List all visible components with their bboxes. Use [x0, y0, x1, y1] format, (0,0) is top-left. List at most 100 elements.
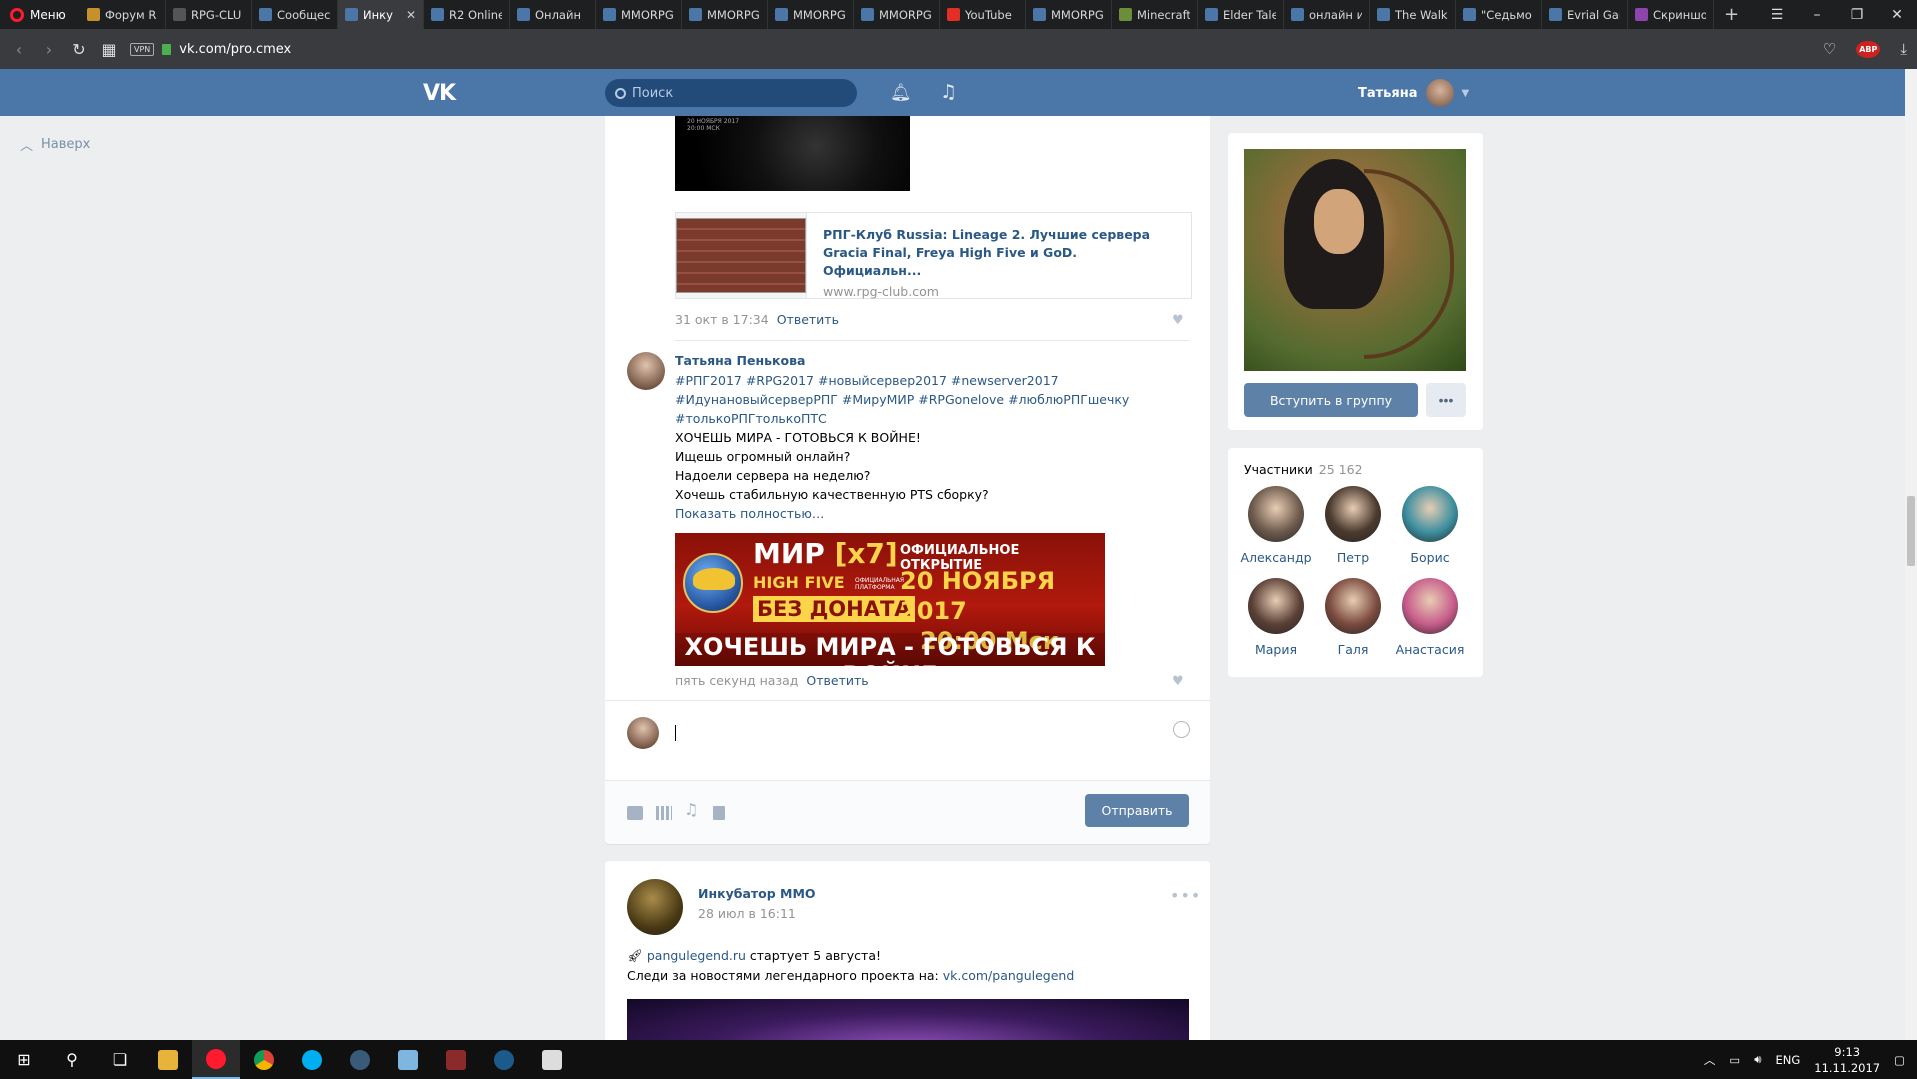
- user-menu[interactable]: Татьяна ▼: [1358, 79, 1469, 107]
- browser-tab[interactable]: MMORPG: [854, 0, 940, 29]
- back-icon[interactable]: ‹: [10, 40, 28, 59]
- tab-menu-icon[interactable]: ☰: [1757, 7, 1797, 23]
- url-text[interactable]: vk.com/pro.cmex: [179, 42, 291, 57]
- scrollbar-thumb[interactable]: [1907, 496, 1915, 566]
- file-explorer-icon[interactable]: [144, 1040, 192, 1079]
- like-heart-icon[interactable]: ♥: [1172, 674, 1184, 689]
- reply-input[interactable]: [673, 717, 1143, 747]
- document-icon[interactable]: [713, 806, 725, 820]
- members-header[interactable]: Участники 25 162: [1244, 462, 1363, 477]
- language-indicator[interactable]: ENG: [1775, 1053, 1800, 1067]
- close-tab-icon[interactable]: ✕: [406, 8, 416, 22]
- member-item[interactable]: Петр: [1314, 486, 1392, 565]
- chevron-up-icon[interactable]: ︿: [1704, 1052, 1716, 1068]
- post-image[interactable]: [627, 999, 1189, 1040]
- browser-tab[interactable]: Evrial Gar: [1542, 0, 1628, 29]
- send-button[interactable]: Отправить: [1085, 794, 1189, 827]
- page-scrollbar[interactable]: [1905, 69, 1917, 1040]
- adblock-icon[interactable]: ABP: [1856, 40, 1881, 58]
- browser-tab[interactable]: Онлайн: [510, 0, 596, 29]
- browser-tab[interactable]: MMORPG: [596, 0, 682, 29]
- member-item[interactable]: Александр: [1237, 486, 1315, 565]
- hashtags-line[interactable]: #РПГ2017 #RPG2017 #новыйсервер2017 #news…: [675, 371, 1175, 390]
- avatar[interactable]: [627, 352, 665, 390]
- steam-icon[interactable]: [480, 1040, 528, 1079]
- vpn-badge[interactable]: VPN: [130, 42, 155, 56]
- chrome-icon[interactable]: [240, 1040, 288, 1079]
- skype-icon[interactable]: [288, 1040, 336, 1079]
- like-heart-icon[interactable]: ♥: [1172, 313, 1184, 328]
- browser-tab[interactable]: онлайн и: [1284, 0, 1370, 29]
- audio-icon[interactable]: ♫: [684, 800, 700, 819]
- browser-tab[interactable]: Elder Tale: [1198, 0, 1284, 29]
- group-avatar-image[interactable]: [1244, 149, 1466, 371]
- notes-icon[interactable]: [384, 1040, 432, 1079]
- browser-tab[interactable]: RPG-CLU: [166, 0, 252, 29]
- browser-tab[interactable]: MMORPG: [768, 0, 854, 29]
- browser-tab[interactable]: Сообщес: [252, 0, 338, 29]
- network-icon[interactable]: ▭: [1729, 1053, 1740, 1067]
- browser-tab[interactable]: "Седьмо: [1456, 0, 1542, 29]
- scroll-to-top[interactable]: ︿ Наверх: [20, 135, 90, 154]
- post-link[interactable]: vk.com/pangulegend: [943, 968, 1075, 983]
- browser-tab[interactable]: R2 Online: [424, 0, 510, 29]
- video-editor-icon[interactable]: [528, 1040, 576, 1079]
- close-window-icon[interactable]: ✕: [1877, 7, 1917, 23]
- avatar[interactable]: [627, 879, 683, 935]
- browser-tab[interactable]: Форум R: [80, 0, 166, 29]
- browser-tab[interactable]: Minecraft: [1112, 0, 1198, 29]
- video-icon[interactable]: [656, 806, 672, 820]
- new-tab-button[interactable]: +: [1714, 0, 1749, 29]
- browser-tab[interactable]: YouTube: [940, 0, 1026, 29]
- vk-logo[interactable]: VK: [423, 81, 456, 106]
- app-icon[interactable]: [432, 1040, 480, 1079]
- member-item[interactable]: Галя: [1314, 578, 1392, 657]
- opera-menu-button[interactable]: Меню: [0, 0, 80, 29]
- browser-tab[interactable]: Инку ✕: [338, 0, 424, 29]
- url-field[interactable]: VPN vk.com/pro.cmex: [130, 36, 1811, 62]
- opera-taskbar-icon[interactable]: [192, 1040, 240, 1079]
- post-link[interactable]: pangulegend.ru: [647, 948, 746, 963]
- promo-banner-image[interactable]: МИР [x7] HIGH FIVE ОФИЦИАЛЬНАЯ ПЛАТФОРМА…: [675, 533, 1105, 666]
- speed-dial-icon[interactable]: ▦: [100, 40, 118, 59]
- clock[interactable]: 9:13 11.11.2017: [1814, 1044, 1880, 1076]
- reply-link[interactable]: Ответить: [806, 673, 868, 688]
- game-launcher-icon[interactable]: [336, 1040, 384, 1079]
- volume-icon[interactable]: 🔊︎: [1754, 1052, 1761, 1067]
- restore-icon[interactable]: ❐: [1837, 7, 1877, 23]
- reply-link[interactable]: Ответить: [777, 312, 839, 327]
- show-more-link[interactable]: Показать полностью…: [675, 504, 1175, 523]
- member-item[interactable]: Анастасия: [1391, 578, 1469, 657]
- browser-tab[interactable]: The Walk: [1370, 0, 1456, 29]
- member-item[interactable]: Борис: [1391, 486, 1469, 565]
- minimize-icon[interactable]: –: [1797, 7, 1837, 23]
- photo-icon[interactable]: [627, 806, 643, 820]
- join-group-button[interactable]: Вступить в группу: [1244, 383, 1418, 417]
- hashtags-line[interactable]: #ИдунановыйсерверРПГ #МируМИР #RPGonelov…: [675, 390, 1175, 409]
- search-icon[interactable]: ⚲: [48, 1040, 96, 1079]
- comment-date[interactable]: пять секунд назад: [675, 673, 798, 688]
- post-author[interactable]: Инкубатор ММО: [698, 886, 816, 901]
- search-input[interactable]: [632, 85, 832, 101]
- bookmark-heart-icon[interactable]: ♡: [1823, 40, 1836, 58]
- comment-date[interactable]: 31 окт в 17:34: [675, 312, 769, 327]
- bell-icon[interactable]: 🔔︎: [890, 83, 912, 103]
- forward-icon[interactable]: ›: [40, 40, 58, 59]
- browser-tab[interactable]: MMORPG: [682, 0, 768, 29]
- link-snippet[interactable]: РПГ-Клуб Russia: Lineage 2. Лучшие серве…: [675, 212, 1192, 299]
- more-options-icon[interactable]: •••: [1170, 886, 1201, 905]
- task-view-icon[interactable]: ❏: [96, 1040, 144, 1079]
- more-actions-button[interactable]: •••: [1426, 383, 1466, 417]
- reload-icon[interactable]: ↻: [70, 40, 88, 59]
- music-icon[interactable]: ♫: [940, 81, 957, 103]
- browser-tab[interactable]: MMORPG: [1026, 0, 1112, 29]
- hashtags-line[interactable]: #толькоРПГтолькоПТС: [675, 409, 1175, 428]
- download-icon[interactable]: ⤓: [1900, 40, 1907, 58]
- emoji-icon[interactable]: [1173, 721, 1190, 738]
- post-date[interactable]: 28 июл в 16:11: [698, 906, 796, 921]
- browser-tab[interactable]: Скриншо: [1628, 0, 1714, 29]
- link-title[interactable]: РПГ-Клуб Russia: Lineage 2. Лучшие серве…: [823, 226, 1175, 280]
- comment-author[interactable]: Татьяна Пенькова: [675, 353, 805, 368]
- comment-image[interactable]: 20 НОЯБРЯ 2017 20:00 МСК: [675, 116, 910, 191]
- start-button[interactable]: ⊞: [0, 1040, 48, 1079]
